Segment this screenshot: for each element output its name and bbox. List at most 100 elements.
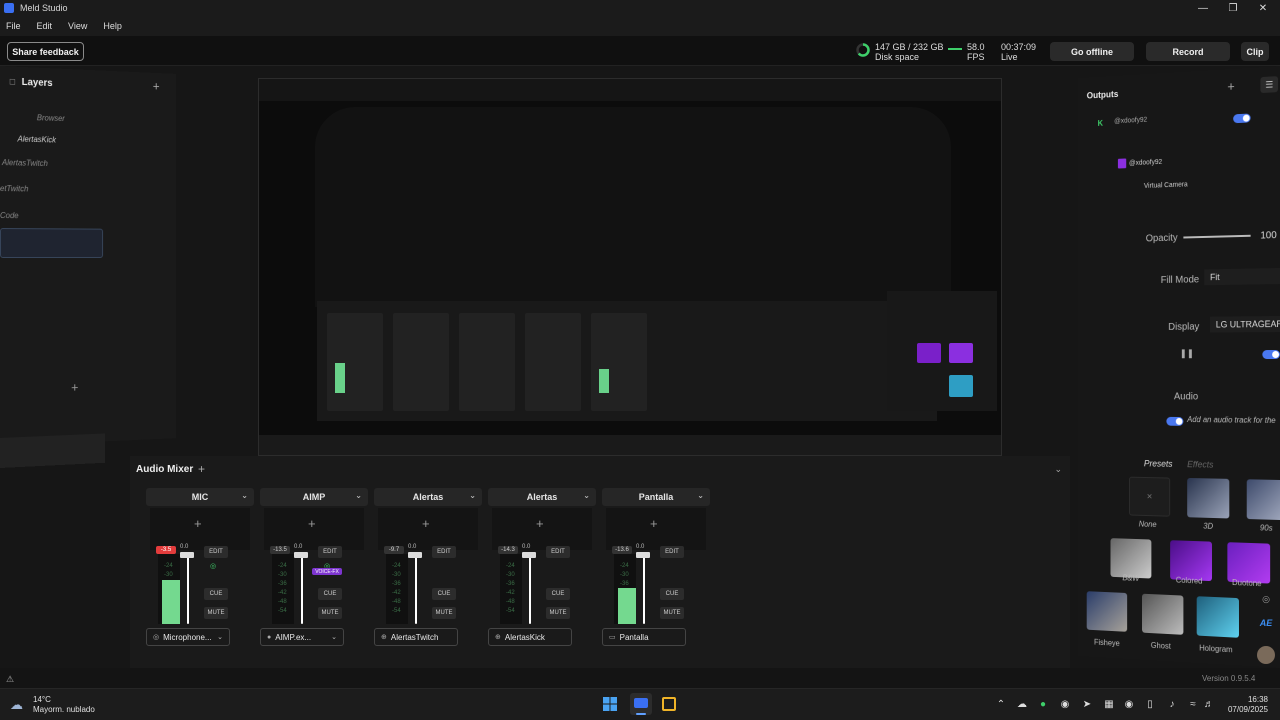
layer-item-code[interactable]: Code <box>0 211 19 220</box>
chevron-down-icon[interactable]: ⌄ <box>583 491 590 500</box>
tab-effects[interactable]: Effects <box>1187 459 1213 469</box>
preset-3d[interactable] <box>1187 477 1230 519</box>
volume-fader[interactable] <box>408 550 422 626</box>
tab-presets[interactable]: Presets <box>1144 458 1173 468</box>
chevron-down-icon[interactable]: ⌄ <box>217 633 223 641</box>
preset-90s[interactable] <box>1246 479 1280 521</box>
layer-item-alertaskick[interactable]: AlertasKick <box>18 135 56 145</box>
fill-mode-select[interactable]: Fit <box>1204 267 1280 286</box>
add-filter-button[interactable]: + <box>194 516 202 531</box>
fader-handle[interactable] <box>294 552 308 558</box>
edit-button[interactable]: EDIT <box>318 546 342 558</box>
cue-button[interactable]: CUE <box>204 588 228 600</box>
chevron-down-icon[interactable]: ⌄ <box>355 491 362 500</box>
tray-mic-icon[interactable]: ♪ <box>1165 697 1179 711</box>
volume-fader[interactable] <box>180 550 194 626</box>
chevron-down-icon[interactable]: ⌄ <box>331 633 337 641</box>
audio-source-button[interactable]: ⊕ AlertasTwitch <box>374 628 458 646</box>
menu-view[interactable]: View <box>68 21 87 31</box>
strip-title[interactable]: Pantalla ⌄ <box>602 488 710 506</box>
voice-fx-tag[interactable]: VOICE-FX <box>312 568 342 575</box>
add-audio-source-button[interactable]: + <box>198 462 205 476</box>
menu-file[interactable]: File <box>6 21 21 31</box>
link-icon[interactable]: ◎ <box>210 562 216 570</box>
preset-none[interactable]: × <box>1129 476 1171 517</box>
edit-button[interactable]: EDIT <box>204 546 228 558</box>
add-layer-button[interactable]: + <box>153 79 160 94</box>
tray-app2-icon[interactable]: ◉ <box>1122 697 1136 711</box>
tray-battery-icon[interactable]: ▯ <box>1143 697 1157 711</box>
add-filter-button[interactable]: + <box>308 516 316 531</box>
clip-button[interactable]: Clip <box>1241 42 1269 61</box>
add-effect-icon[interactable]: ◎ <box>1256 594 1276 605</box>
volume-fader[interactable] <box>522 550 536 626</box>
output-twitch-account[interactable]: @xdoofy92 <box>1129 159 1162 167</box>
tray-send-icon[interactable]: ➤ <box>1080 697 1094 711</box>
strip-title[interactable]: MIC ⌄ <box>146 488 254 506</box>
strip-filter-area[interactable]: + <box>492 508 592 550</box>
kick-output-toggle[interactable] <box>1233 113 1251 124</box>
tray-app-icon[interactable]: ● <box>1036 697 1050 711</box>
weather-desc[interactable]: Mayorm. nublado <box>33 705 95 715</box>
strip-title[interactable]: AIMP ⌄ <box>260 488 368 506</box>
layer-item-browser[interactable]: Browser <box>37 113 65 123</box>
chevron-down-icon[interactable]: ⌄ <box>469 491 476 500</box>
ae-effect-icon[interactable]: AE <box>1256 618 1276 628</box>
scene-slot[interactable] <box>0 433 105 468</box>
chevron-down-icon[interactable]: ⌄ <box>697 491 704 500</box>
edit-button[interactable]: EDIT <box>660 546 684 558</box>
share-feedback-button[interactable]: Share feedback <box>7 42 84 61</box>
add-scene-button[interactable]: + <box>71 380 78 395</box>
add-filter-button[interactable]: + <box>422 516 430 531</box>
add-output-button[interactable]: + <box>1227 79 1234 94</box>
fader-handle[interactable] <box>408 552 422 558</box>
audio-source-button[interactable]: ⊕ AlertasKick <box>488 628 572 646</box>
chevron-down-icon[interactable]: ⌄ <box>241 491 248 500</box>
minimize-icon[interactable]: — <box>1188 0 1218 16</box>
cue-button[interactable]: CUE <box>432 588 456 600</box>
strip-filter-area[interactable]: + <box>606 508 706 550</box>
pause-icon[interactable]: ❚❚ <box>1180 348 1194 359</box>
avatar[interactable] <box>1257 646 1275 664</box>
strip-filter-area[interactable]: + <box>264 508 364 550</box>
mute-button[interactable]: MUTE <box>204 607 228 619</box>
add-filter-button[interactable]: + <box>650 516 658 531</box>
restore-icon[interactable]: ❐ <box>1218 0 1248 16</box>
audio-source-button[interactable]: ◎ Microphone... ⌄ <box>146 628 230 646</box>
fader-handle[interactable] <box>522 552 536 558</box>
tray-grid-icon[interactable]: ▦ <box>1102 697 1116 711</box>
weather-temp[interactable]: 14°C <box>33 695 51 705</box>
mute-button[interactable]: MUTE <box>546 607 570 619</box>
collapse-chevron-icon[interactable]: ⌄ <box>1054 464 1062 475</box>
warning-icon[interactable]: ⚠ <box>6 674 14 685</box>
layer-item-alertastwitch[interactable]: AlertasTwitch <box>2 158 48 168</box>
clock-date[interactable]: 07/09/2025 <box>1222 705 1268 715</box>
layer-item-selected[interactable] <box>0 228 104 258</box>
tray-wifi-icon[interactable]: ≈ <box>1186 697 1200 711</box>
strip-title[interactable]: Alertas ⌄ <box>488 488 596 506</box>
strip-filter-area[interactable]: + <box>378 508 478 550</box>
preset-ghost[interactable] <box>1142 593 1184 635</box>
close-icon[interactable]: ✕ <box>1248 0 1278 16</box>
strip-filter-area[interactable]: + <box>150 508 250 550</box>
fader-handle[interactable] <box>636 552 650 558</box>
record-button[interactable]: Record <box>1146 42 1230 61</box>
tray-cloud-icon[interactable]: ☁ <box>1015 697 1029 711</box>
preset-fisheye[interactable] <box>1086 591 1128 632</box>
mute-button[interactable]: MUTE <box>318 607 342 619</box>
cue-button[interactable]: CUE <box>546 588 570 600</box>
edit-button[interactable]: EDIT <box>546 546 570 558</box>
menu-edit[interactable]: Edit <box>37 21 53 31</box>
audio-source-button[interactable]: ▭ Pantalla <box>602 628 686 646</box>
volume-fader[interactable] <box>636 550 650 626</box>
go-offline-button[interactable]: Go offline <box>1050 42 1134 61</box>
output-kick-account[interactable]: @xdoofy92 <box>1114 117 1147 125</box>
windows-start-icon[interactable] <box>603 697 617 711</box>
audio-source-button[interactable]: ● AIMP.ex... ⌄ <box>260 628 344 646</box>
audio-track-toggle[interactable] <box>1166 416 1184 426</box>
cue-button[interactable]: CUE <box>318 588 342 600</box>
app-taskbar-icon[interactable] <box>662 697 676 711</box>
add-filter-button[interactable]: + <box>536 516 544 531</box>
settings-sliders-icon[interactable]: ☰ <box>1260 76 1279 94</box>
display-toggle[interactable] <box>1262 350 1280 360</box>
